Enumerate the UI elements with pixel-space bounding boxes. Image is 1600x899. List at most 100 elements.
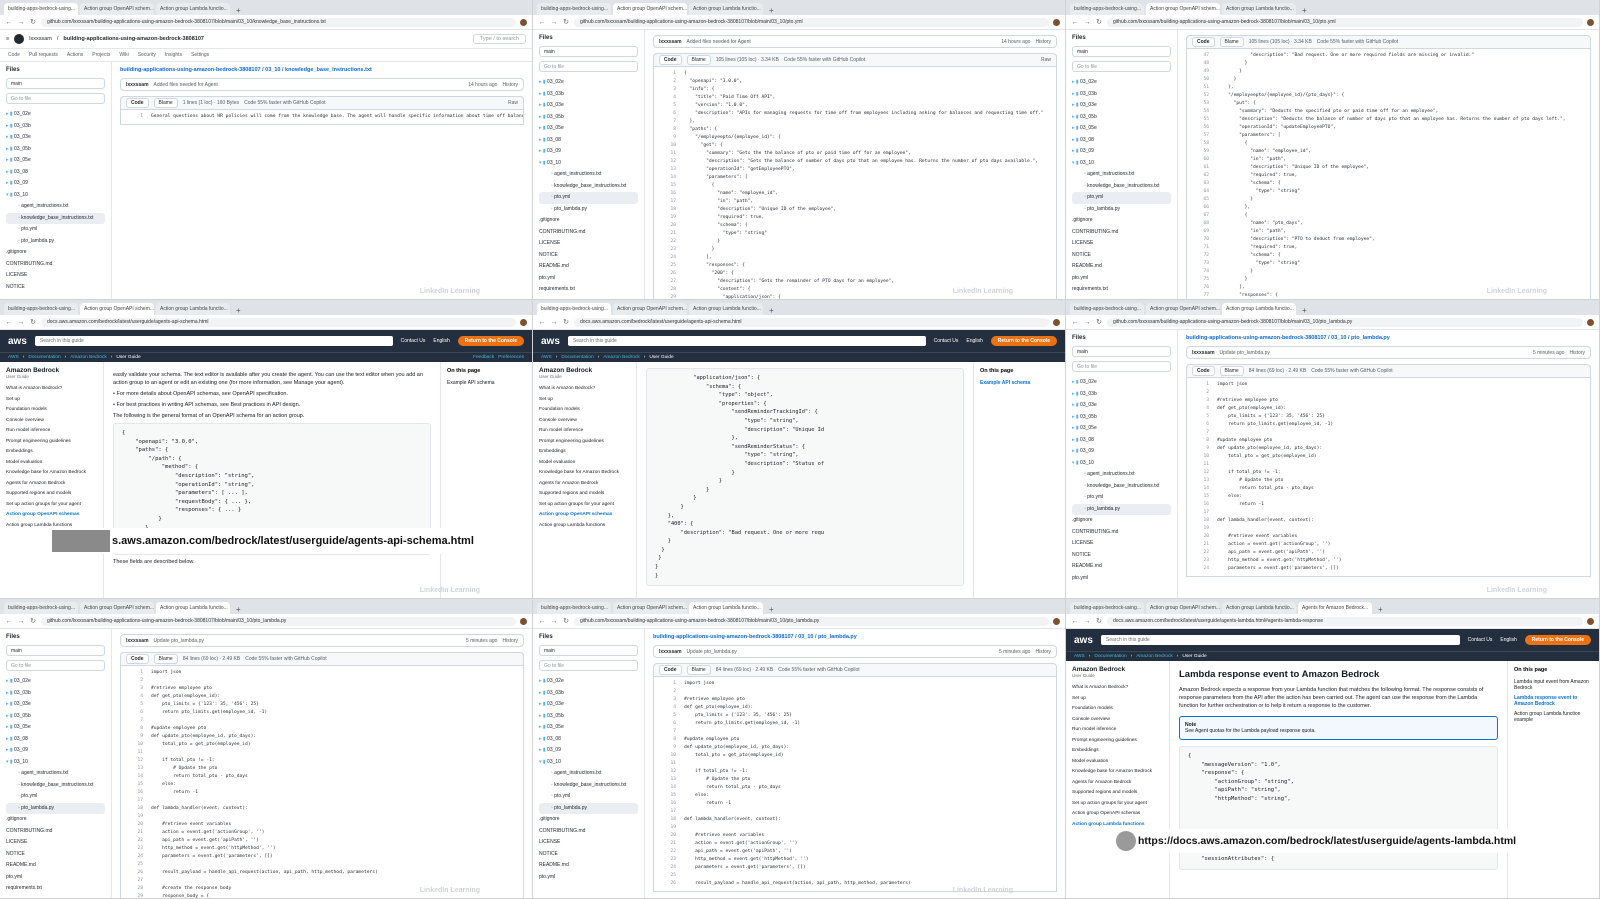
tree-file[interactable]: pto.yml	[539, 872, 638, 884]
tree-file[interactable]: pto.yml	[6, 791, 105, 803]
browser-tab[interactable]: Action group Lambda functio...	[689, 3, 763, 15]
browser-tab[interactable]: Action group Lambda functio...	[156, 303, 230, 315]
repo-nav-item[interactable]: Security	[138, 52, 156, 58]
goto-file-input[interactable]: Go to file	[6, 660, 105, 671]
commit-message[interactable]: Update pto_lambda.py	[687, 649, 737, 655]
reload-icon[interactable]: ↻	[29, 18, 37, 26]
doc-nav-item[interactable]: Action group OpenAPI schemas	[1072, 809, 1163, 820]
new-tab-button[interactable]: +	[765, 6, 778, 15]
tree-file[interactable]: knowledge_base_instructions.txt	[1072, 481, 1171, 493]
url-field[interactable]: github.com/lxxxssam/building-application…	[1107, 317, 1583, 327]
contact-link[interactable]: Contact Us	[401, 338, 426, 344]
blame-tab[interactable]: Blame	[153, 98, 178, 108]
commit-message[interactable]: Update pto_lambda.py	[1220, 350, 1270, 356]
language-select[interactable]: English	[966, 338, 982, 344]
tree-file[interactable]: README.md	[6, 860, 105, 872]
doc-nav-item[interactable]: Set up	[539, 395, 630, 406]
browser-tab[interactable]: Action group Lambda functio...	[689, 602, 763, 614]
tree-folder[interactable]: 03_05e	[1072, 123, 1171, 135]
tree-file[interactable]: LICENSE	[539, 238, 638, 250]
breadcrumb-item[interactable]: AWS	[1074, 654, 1085, 659]
back-icon[interactable]: ←	[1071, 319, 1079, 326]
toc-item[interactable]: Lambda response event to Amazon Bedrock	[1514, 695, 1593, 707]
tree-folder[interactable]: 03_08	[6, 734, 105, 746]
browser-tab[interactable]: building-apps-bedrock-using...	[537, 602, 611, 614]
feedback-link[interactable]: Feedback	[473, 355, 494, 360]
aws-logo-icon[interactable]: aws	[1074, 635, 1093, 646]
tree-folder[interactable]: 03_05e	[539, 722, 638, 734]
tree-folder[interactable]: 03_05b	[1072, 112, 1171, 124]
tree-folder[interactable]: 03_05e	[539, 123, 638, 135]
blame-tab[interactable]: Blame	[153, 654, 178, 664]
tree-folder[interactable]: 03_08	[539, 135, 638, 147]
doc-nav-item[interactable]: Run model inference	[1072, 725, 1163, 736]
breadcrumb-item[interactable]: AWS	[8, 355, 19, 360]
tree-file[interactable]: agent_instructions.txt	[539, 169, 638, 181]
forward-icon[interactable]: →	[1083, 618, 1091, 625]
avatar[interactable]	[1053, 617, 1060, 625]
tree-file[interactable]: README.md	[1072, 561, 1171, 573]
tree-file[interactable]: NOTICE	[539, 849, 638, 861]
reload-icon[interactable]: ↻	[1095, 617, 1103, 625]
repo-nav-item[interactable]: Settings	[191, 52, 209, 58]
tree-file[interactable]: requirements.txt	[539, 284, 638, 296]
raw-button[interactable]: Raw	[1041, 57, 1051, 63]
avatar[interactable]	[1053, 318, 1060, 326]
url-field[interactable]: github.com/lxxxssam/building-application…	[1107, 17, 1583, 27]
reload-icon[interactable]: ↻	[562, 617, 570, 625]
tree-folder[interactable]: 03_10	[539, 757, 638, 769]
url-field[interactable]: docs.aws.amazon.com/bedrock/latest/userg…	[41, 317, 516, 327]
doc-nav-item[interactable]: Set up action groups for your agent	[6, 500, 97, 511]
browser-tab[interactable]: Action group OpenAPI schem...	[613, 3, 687, 15]
search-input[interactable]: Search in this guide	[34, 336, 393, 346]
tree-file[interactable]: README.md	[539, 860, 638, 872]
branch-select[interactable]: main	[1072, 346, 1171, 357]
browser-tab[interactable]: building-apps-bedrock-using...	[1070, 303, 1144, 315]
tree-file[interactable]: CONTRIBUTING.md	[1072, 527, 1171, 539]
tree-file[interactable]: knowledge_base_instructions.txt	[539, 181, 638, 193]
repo-nav-item[interactable]: Wiki	[119, 52, 128, 58]
code-tab[interactable]: Code	[1192, 366, 1215, 376]
browser-tab[interactable]: Action group OpenAPI schem...	[613, 602, 687, 614]
browser-tab[interactable]: Action group Lambda functio...	[156, 602, 230, 614]
goto-file-input[interactable]: Go to file	[539, 660, 638, 671]
tree-file[interactable]: agent_instructions.txt	[1072, 169, 1171, 181]
repo-nav-item[interactable]: Actions	[67, 52, 83, 58]
commit-message[interactable]: Added files needed for Agent	[154, 82, 218, 88]
tree-file[interactable]: pto.yml	[1072, 573, 1171, 585]
browser-tab[interactable]: Action group Lambda functio...	[1222, 3, 1296, 15]
history-link[interactable]: History	[1035, 649, 1051, 655]
search-input[interactable]: Search in this guide	[567, 336, 926, 346]
tree-folder[interactable]: 03_02e	[1072, 377, 1171, 389]
copilot-banner[interactable]: Code 55% faster with GitHub Copilot	[1311, 368, 1392, 374]
forward-icon[interactable]: →	[17, 618, 25, 625]
doc-nav-item[interactable]: Set up action groups for your agent	[539, 500, 630, 511]
url-field[interactable]: docs.aws.amazon.com/bedrock/latest/userg…	[1107, 616, 1583, 626]
tree-file[interactable]: README.md	[1072, 261, 1171, 273]
doc-nav-item[interactable]: Supported regions and models	[6, 489, 97, 500]
tree-folder[interactable]: 03_03b	[1072, 89, 1171, 101]
tree-folder[interactable]: 03_09	[1072, 146, 1171, 158]
doc-nav-item[interactable]: Knowledge base for Amazon Bedrock	[6, 468, 97, 479]
browser-tab[interactable]: building-apps-bedrock-using...	[1070, 3, 1144, 15]
toc-item[interactable]: Example API schema	[447, 380, 526, 386]
tree-file[interactable]: .gitignore	[539, 814, 638, 826]
doc-nav-item[interactable]: What is Amazon Bedrock?	[6, 384, 97, 395]
tree-file[interactable]: LICENSE	[1072, 538, 1171, 550]
tree-folder[interactable]: 03_05b	[6, 711, 105, 723]
doc-nav-item[interactable]: Embeddings	[6, 447, 97, 458]
tree-folder[interactable]: 03_05b	[539, 112, 638, 124]
contact-link[interactable]: Contact Us	[934, 338, 959, 344]
doc-nav-item[interactable]: Agents for Amazon Bedrock	[1072, 778, 1163, 789]
toc-item[interactable]: Example API schema	[980, 380, 1059, 386]
copilot-banner[interactable]: Code 55% faster with GitHub Copilot	[778, 667, 859, 673]
commit-author[interactable]: lxxxssam	[1192, 350, 1215, 356]
avatar[interactable]	[1053, 18, 1060, 26]
tree-file[interactable]: .gitignore	[1072, 215, 1171, 227]
github-logo-icon[interactable]	[14, 34, 25, 44]
goto-file-input[interactable]: Go to file	[6, 93, 105, 104]
browser-tab[interactable]: building-apps-bedrock-using...	[4, 303, 78, 315]
doc-nav-item[interactable]: Run model inference	[539, 426, 630, 437]
history-link[interactable]: History	[502, 638, 518, 644]
doc-nav-item[interactable]: Foundation models	[1072, 704, 1163, 715]
